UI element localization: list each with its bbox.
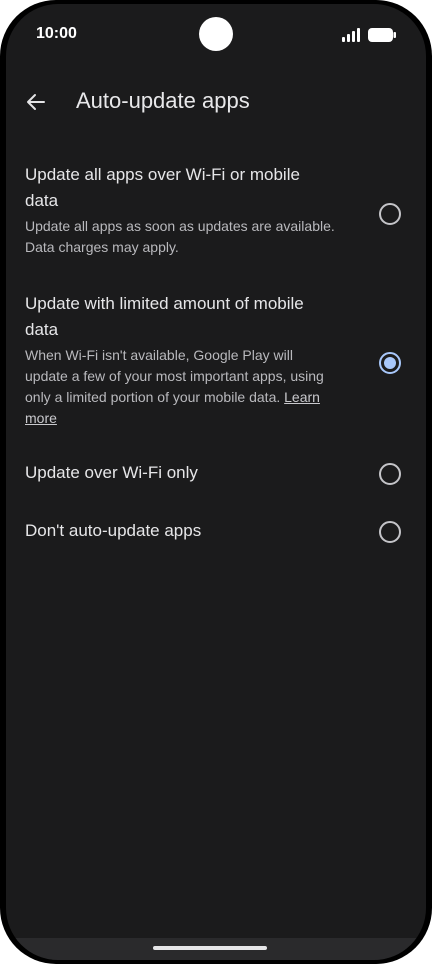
option-description: When Wi-Fi isn't available, Google Play … — [25, 345, 335, 429]
option-title: Don't auto-update apps — [25, 521, 202, 540]
radio-button[interactable] — [379, 521, 401, 543]
arrow-back-icon — [27, 94, 45, 110]
option-title: Update with limited amount of mobile dat… — [25, 294, 304, 339]
camera-cutout — [199, 17, 233, 51]
home-indicator[interactable] — [153, 946, 267, 950]
option-dont-auto-update[interactable]: Don't auto-update apps — [6, 512, 426, 558]
option-update-wifi-or-mobile[interactable]: Update all apps over Wi-Fi or mobile dat… — [6, 158, 426, 268]
option-title: Update over Wi-Fi only — [25, 463, 198, 482]
signal-icon — [342, 28, 360, 42]
option-text: Update all apps over Wi-Fi or mobile dat… — [25, 162, 335, 258]
option-update-wifi-only[interactable]: Update over Wi-Fi only — [6, 454, 426, 500]
app-bar: Auto-update apps — [6, 74, 426, 130]
option-description-text: When Wi-Fi isn't available, Google Play … — [25, 347, 324, 405]
screen: 10:00 Auto-update apps Update all apps o… — [6, 4, 426, 960]
status-bar: 10:00 — [6, 4, 426, 64]
battery-icon — [368, 28, 396, 42]
status-time: 10:00 — [36, 25, 77, 42]
radio-button[interactable] — [379, 463, 401, 485]
option-title: Update all apps over Wi-Fi or mobile dat… — [25, 165, 300, 210]
page-title: Auto-update apps — [76, 88, 250, 113]
phone-frame: 10:00 Auto-update apps Update all apps o… — [0, 0, 432, 964]
option-text: Don't auto-update apps — [25, 518, 335, 544]
radio-button-selected[interactable] — [379, 352, 401, 374]
option-text: Update with limited amount of mobile dat… — [25, 291, 335, 429]
option-update-limited-mobile[interactable]: Update with limited amount of mobile dat… — [6, 288, 426, 438]
option-description: Update all apps as soon as updates are a… — [25, 218, 335, 255]
option-text: Update over Wi-Fi only — [25, 460, 335, 486]
back-button[interactable] — [16, 82, 56, 122]
radio-dot — [384, 357, 396, 369]
radio-button[interactable] — [379, 203, 401, 225]
